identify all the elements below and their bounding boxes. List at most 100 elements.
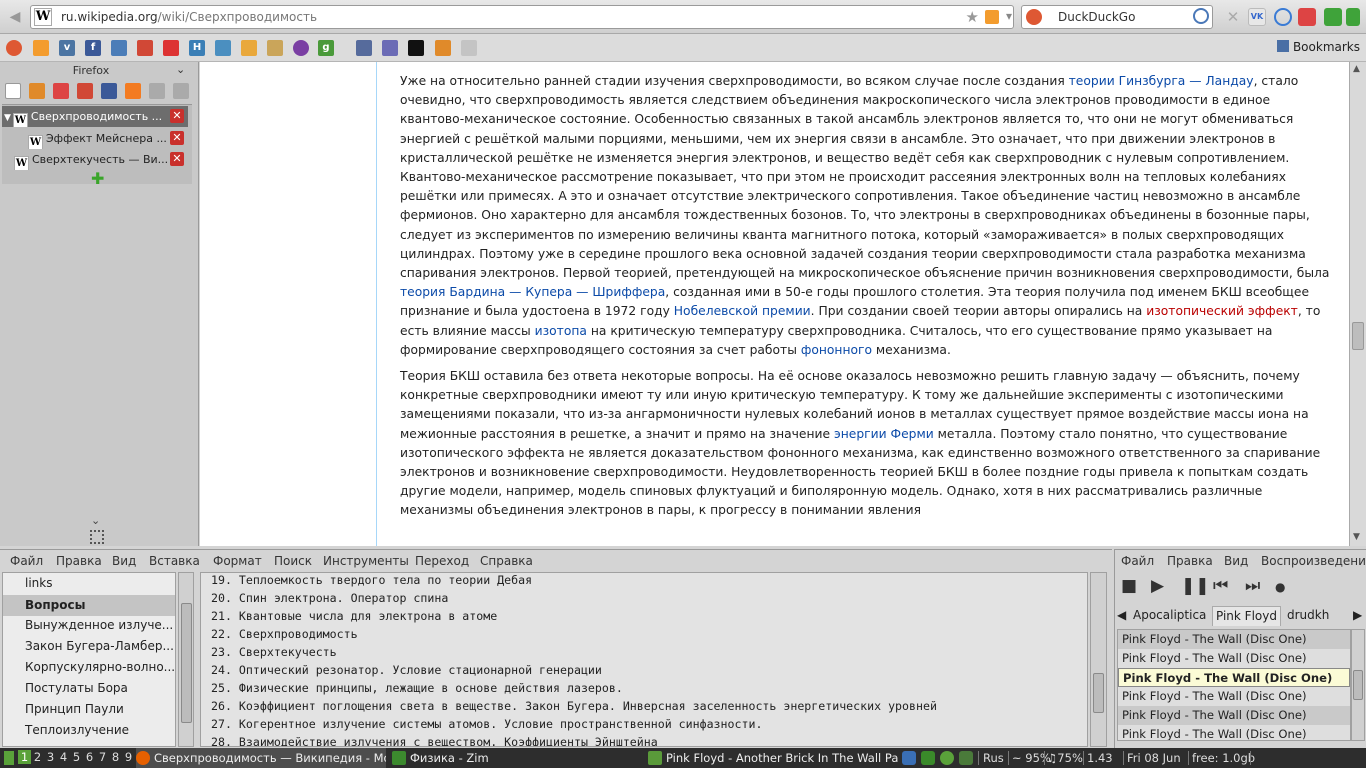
tray-app-2-icon[interactable] — [940, 751, 954, 765]
workspace-3[interactable]: 3 — [44, 750, 57, 764]
vk-icon[interactable]: VK — [1248, 8, 1266, 26]
bookmarks-menu-button[interactable]: Bookmarks — [1276, 40, 1360, 54]
blogger-icon[interactable] — [125, 83, 141, 99]
workspace-8[interactable]: 8 — [109, 750, 122, 764]
scroll-down-icon[interactable]: ▼ — [1353, 532, 1360, 542]
tray-app-icon[interactable] — [921, 751, 935, 765]
java-bookmark-icon[interactable] — [241, 40, 257, 56]
playlist-track[interactable]: Pink Floyd - The Wall (Disc One) — [1118, 687, 1350, 706]
menu-format[interactable]: Формат — [213, 554, 262, 568]
close-icon[interactable]: ✕ — [170, 152, 184, 166]
reload-icon[interactable] — [1274, 8, 1292, 26]
menu-search[interactable]: Поиск — [274, 554, 312, 568]
facebook-icon[interactable] — [101, 83, 117, 99]
new-tab-plus-icon[interactable]: ✚ — [91, 169, 104, 188]
translate-bookmark-icon[interactable] — [356, 40, 372, 56]
playlist-scrollbar[interactable] — [1351, 629, 1365, 741]
close-icon[interactable]: ✕ — [170, 109, 184, 123]
vk-bookmark-icon[interactable]: v — [59, 40, 75, 56]
article-link[interactable]: фононного — [801, 343, 872, 357]
pause-icon[interactable]: ❚❚ — [1181, 576, 1210, 596]
back-arrow-icon[interactable]: ◀ — [6, 8, 24, 26]
menu-help[interactable]: Справка — [480, 554, 533, 568]
gplus-icon[interactable] — [53, 83, 69, 99]
network-icon[interactable] — [902, 751, 916, 765]
habr-bookmark-icon[interactable]: H — [189, 40, 205, 56]
scrollbar-thumb[interactable] — [181, 603, 192, 723]
workspace-6[interactable]: 6 — [83, 750, 96, 764]
playlist-track[interactable]: Pink Floyd - The Wall (Disc One) — [1118, 706, 1350, 725]
workspace-9[interactable]: 9 — [122, 750, 135, 764]
page-scrollbar[interactable] — [1090, 572, 1107, 747]
task-player[interactable]: Pink Floyd - Another Brick In The Wall P… — [648, 748, 898, 768]
rss-feed-icon[interactable] — [985, 10, 999, 24]
article-link[interactable]: энергии Ферми — [834, 427, 934, 441]
close-icon[interactable]: ✕ — [170, 131, 184, 145]
addon-2-icon[interactable] — [1346, 8, 1360, 26]
previous-icon[interactable]: ⏮ — [1213, 576, 1228, 596]
record-icon[interactable]: ● — [1275, 580, 1285, 594]
workspace-5[interactable]: 5 — [70, 750, 83, 764]
stack-bookmark-icon[interactable] — [435, 40, 451, 56]
playlist-track[interactable]: Pink Floyd - The Wall (Disc One) — [1118, 649, 1350, 668]
duckduckgo-bookmark-icon[interactable] — [6, 40, 22, 56]
next-icon[interactable]: ⏭ — [1245, 576, 1260, 596]
chevron-down-icon[interactable]: ⌄ — [176, 63, 185, 76]
playlist-track[interactable]: Pink Floyd - The Wall (Disc One) — [1118, 725, 1350, 740]
search-icon[interactable] — [1193, 8, 1209, 24]
menu-view[interactable]: Вид — [1224, 554, 1248, 568]
index-item-selected[interactable]: Вопросы — [3, 595, 175, 616]
gmail-icon[interactable] — [77, 83, 93, 99]
facebook-bookmark-icon[interactable]: f — [85, 40, 101, 56]
index-item[interactable]: Постулаты Бора — [25, 681, 128, 695]
stack-icon[interactable] — [29, 83, 45, 99]
index-item[interactable]: Корпускулярно-волно... — [25, 660, 175, 674]
scrollbar-thumb[interactable] — [1093, 673, 1104, 713]
menu-edit[interactable]: Правка — [1167, 554, 1213, 568]
home-icon[interactable] — [1298, 8, 1316, 26]
url-bar[interactable]: W ru.wikipedia.org/wiki/Сверхпроводимост… — [30, 5, 1014, 29]
menu-edit[interactable]: Правка — [56, 554, 102, 568]
bookmark-star-icon[interactable]: ★ — [966, 8, 979, 26]
folder-bookmark-icon[interactable] — [267, 40, 283, 56]
article-link[interactable]: Нобелевской премии — [674, 304, 811, 318]
article-link[interactable]: изотопа — [535, 324, 587, 338]
bookmark-icon[interactable] — [111, 40, 127, 56]
playlist-tab[interactable]: drudkh — [1287, 608, 1329, 622]
tree-tab[interactable]: W Сверхтекучесть — Ви... ✕ — [2, 149, 188, 170]
workspace-2[interactable]: 2 — [31, 750, 44, 764]
game-bookmark-icon[interactable] — [382, 40, 398, 56]
menu-file[interactable]: Файл — [10, 554, 43, 568]
lastfm-bookmark-icon[interactable] — [163, 40, 179, 56]
scroll-up-icon[interactable]: ▲ — [1353, 64, 1360, 74]
index-item[interactable]: Теплоизлучение — [25, 723, 129, 737]
menu-insert[interactable]: Вставка — [149, 554, 200, 568]
play-icon[interactable]: ▶ — [1151, 576, 1164, 596]
task-firefox[interactable]: Сверхпроводимость — Википедия - Mo... — [136, 748, 386, 768]
scrollbar-thumb[interactable] — [1352, 322, 1364, 350]
grid-icon[interactable] — [90, 530, 104, 544]
gmail-bookmark-icon[interactable] — [137, 40, 153, 56]
scrollbar-thumb[interactable] — [1353, 670, 1363, 700]
tab-right-arrow-icon[interactable]: ▶ — [1353, 608, 1362, 622]
audio-bookmark-icon[interactable] — [215, 40, 231, 56]
task-zim[interactable]: Физика - Zim — [392, 748, 642, 768]
wikipedia-icon[interactable] — [5, 83, 21, 99]
dropdown-arrow-icon[interactable]: ▾ — [1006, 9, 1012, 23]
rss-bookmark-icon[interactable] — [33, 40, 49, 56]
tray-app-3-icon[interactable] — [959, 751, 973, 765]
workspace-7[interactable]: 7 — [96, 750, 109, 764]
chevron-down-icon[interactable]: ⌄ — [91, 514, 100, 527]
index-item[interactable]: links — [25, 576, 52, 590]
menu-file[interactable]: Файл — [1121, 554, 1154, 568]
stop-icon[interactable]: ■ — [1121, 576, 1137, 596]
page-scrollbar[interactable]: ▲ ▼ — [1349, 62, 1366, 546]
tree-tab[interactable]: ▼ W Сверхпроводимость ... ✕ — [2, 106, 188, 127]
index-scrollbar[interactable] — [178, 572, 194, 747]
index-item[interactable]: Принцип Паули — [25, 702, 124, 716]
collapse-triangle-icon[interactable]: ▼ — [4, 113, 11, 123]
workspace-4[interactable]: 4 — [57, 750, 70, 764]
menu-go[interactable]: Переход — [415, 554, 469, 568]
playlist-tab-active[interactable]: Pink Floyd — [1212, 606, 1281, 626]
volume-status[interactable]: ♫75% — [1047, 748, 1083, 768]
